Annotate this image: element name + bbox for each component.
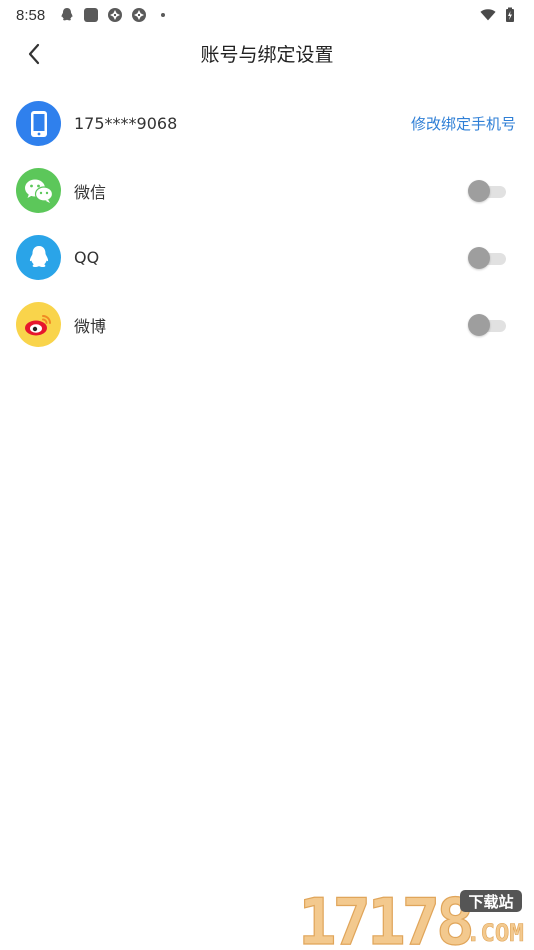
- page-title: 账号与绑定设置: [200, 43, 334, 66]
- status-icons-right: [480, 7, 518, 23]
- wifi-icon: [480, 7, 496, 23]
- wechat-label: 微信: [74, 182, 107, 202]
- app-notification-icon: [83, 7, 99, 23]
- aperture-icon: [131, 7, 147, 23]
- watermark-logo: 17178 下载站 .COM: [297, 885, 528, 950]
- account-list: 175****9068 修改绑定手机号 微信 QQ 微博: [0, 90, 534, 358]
- account-row-weibo: 微博: [0, 291, 534, 358]
- account-row-wechat: 微信: [0, 157, 534, 224]
- qq-toggle[interactable]: [468, 246, 506, 269]
- phone-icon: [16, 101, 61, 146]
- wechat-toggle[interactable]: [468, 179, 506, 202]
- account-row-phone: 175****9068 修改绑定手机号: [0, 90, 534, 157]
- status-time: 8:58: [16, 6, 46, 24]
- chevron-left-icon: [28, 43, 40, 65]
- back-button[interactable]: [18, 38, 50, 70]
- battery-charging-icon: [502, 7, 518, 23]
- wechat-icon: [16, 168, 61, 213]
- qq-label: QQ: [74, 248, 100, 267]
- aperture-icon: [107, 7, 123, 23]
- qq-icon: [16, 235, 61, 280]
- watermark-tag: 下载站: [468, 893, 513, 911]
- phone-number-label: 175****9068: [74, 114, 178, 133]
- dot-icon: [155, 7, 171, 23]
- status-icons-left: [59, 7, 171, 23]
- change-phone-link[interactable]: 修改绑定手机号: [411, 113, 516, 134]
- svg-text:17178: 17178: [298, 886, 471, 948]
- qq-notification-icon: [59, 7, 75, 23]
- account-row-qq: QQ: [0, 224, 534, 291]
- title-bar: 账号与绑定设置: [0, 30, 534, 76]
- weibo-label: 微博: [74, 316, 107, 336]
- watermark-domain: .COM: [466, 919, 524, 947]
- weibo-icon: [16, 302, 61, 347]
- weibo-toggle[interactable]: [468, 313, 506, 336]
- status-bar: 8:58: [0, 0, 534, 30]
